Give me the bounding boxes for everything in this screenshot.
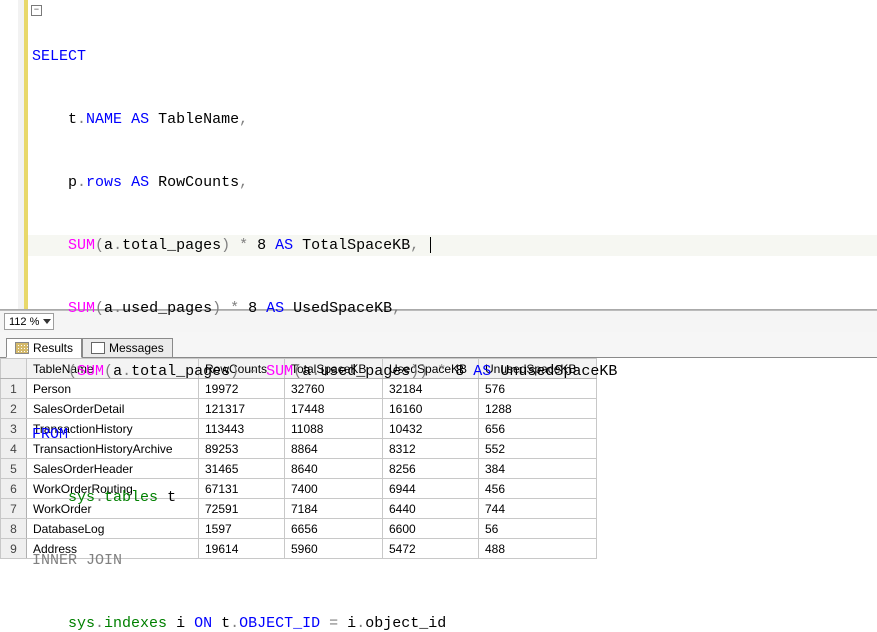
grid-icon bbox=[15, 342, 29, 354]
row-number[interactable]: 9 bbox=[1, 539, 27, 559]
tab-results-label: Results bbox=[33, 341, 73, 355]
code-line: FROM bbox=[28, 424, 877, 445]
sql-editor-pane: − SELECT t.NAME AS TableName, p.rows AS … bbox=[0, 0, 877, 310]
row-number[interactable]: 2 bbox=[1, 399, 27, 419]
code-line: sys.indexes i ON t.OBJECT_ID = i.object_… bbox=[28, 613, 877, 632]
code-line-current: SUM(a.total_pages) * 8 AS TotalSpaceKB, bbox=[28, 235, 877, 256]
editor-margin bbox=[0, 0, 18, 309]
keyword-from: FROM bbox=[32, 426, 68, 443]
tab-messages[interactable]: Messages bbox=[82, 338, 173, 358]
messages-icon bbox=[91, 342, 105, 354]
code-line: (SUM(a.total_pages) - SUM(a.used_pages))… bbox=[28, 361, 877, 382]
code-line: p.rows AS RowCounts, bbox=[28, 172, 877, 193]
tab-messages-label: Messages bbox=[109, 341, 164, 355]
row-number[interactable]: 3 bbox=[1, 419, 27, 439]
row-number[interactable]: 1 bbox=[1, 379, 27, 399]
row-number[interactable]: 8 bbox=[1, 519, 27, 539]
tab-results[interactable]: Results bbox=[6, 338, 82, 358]
text-caret bbox=[430, 237, 431, 253]
code-line: t.NAME AS TableName, bbox=[28, 109, 877, 130]
code-line: SELECT bbox=[28, 46, 877, 67]
code-line: SUM(a.used_pages) * 8 AS UsedSpaceKB, bbox=[28, 298, 877, 319]
row-number[interactable]: 7 bbox=[1, 499, 27, 519]
code-line: INNER JOIN bbox=[28, 550, 877, 571]
row-number[interactable]: 6 bbox=[1, 479, 27, 499]
row-number[interactable]: 4 bbox=[1, 439, 27, 459]
keyword-select: SELECT bbox=[32, 48, 86, 65]
row-number[interactable]: 5 bbox=[1, 459, 27, 479]
code-line: sys.tables t bbox=[28, 487, 877, 508]
row-header-corner[interactable] bbox=[1, 359, 27, 379]
code-area[interactable]: SELECT t.NAME AS TableName, p.rows AS Ro… bbox=[28, 0, 877, 309]
